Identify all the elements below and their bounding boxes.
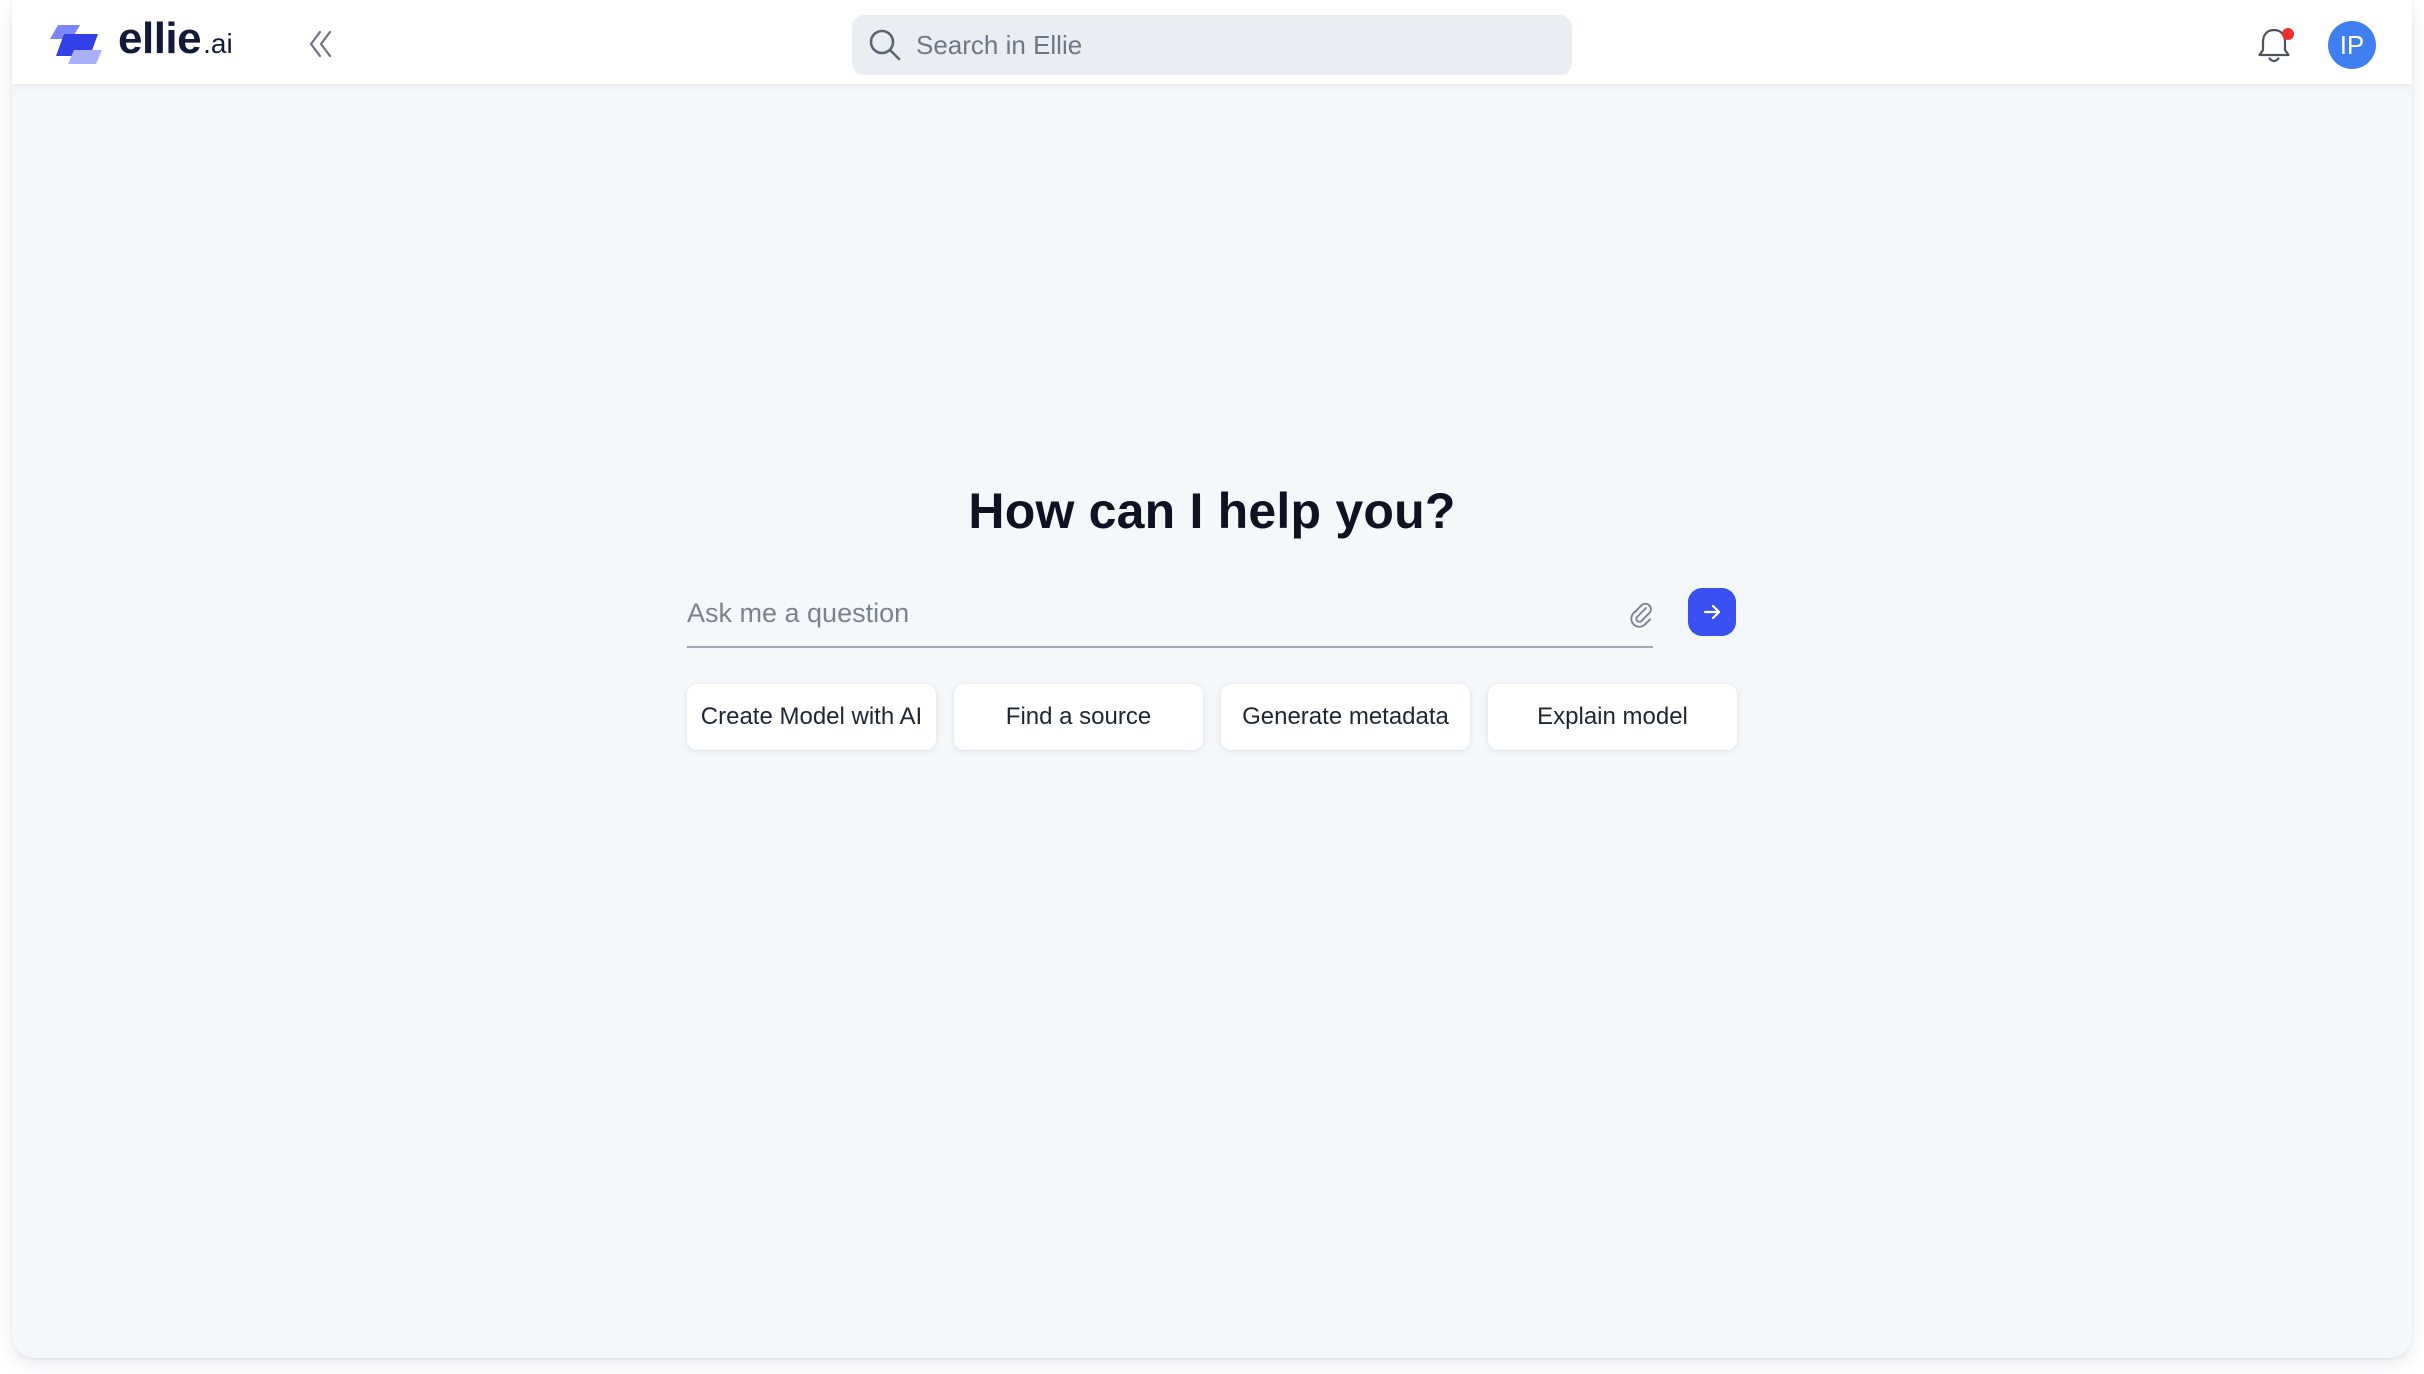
app-window: ellie .ai IP How can I help you? [12,0,2412,1358]
arrow-right-icon [1703,604,1721,620]
send-button[interactable] [1688,588,1736,636]
ask-input[interactable] [687,582,1587,644]
paperclip-icon[interactable] [1627,600,1655,628]
page-title: How can I help you? [968,483,1456,539]
suggestion-find-source-button[interactable]: Find a source [954,684,1203,750]
search-input[interactable] [916,15,1556,75]
suggestion-generate-metadata-button[interactable]: Generate metadata [1221,684,1470,750]
brand-suffix: .ai [203,28,233,59]
suggestion-explain-model-button[interactable]: Explain model [1488,684,1737,750]
ellie-logo-icon[interactable] [50,22,104,66]
top-bar: ellie .ai IP [12,0,2412,84]
brand-wordmark[interactable]: ellie .ai [118,14,233,74]
brand-name: ellie [118,14,202,63]
search-icon [869,29,901,61]
notification-dot [2282,28,2294,40]
collapse-sidebar-button[interactable] [300,26,344,62]
double-chevron-left-icon [309,30,332,58]
ask-field[interactable] [687,582,1653,648]
user-avatar[interactable]: IP [2328,21,2376,69]
suggestion-create-model-button[interactable]: Create Model with AI [687,684,936,750]
global-search[interactable] [852,15,1572,75]
